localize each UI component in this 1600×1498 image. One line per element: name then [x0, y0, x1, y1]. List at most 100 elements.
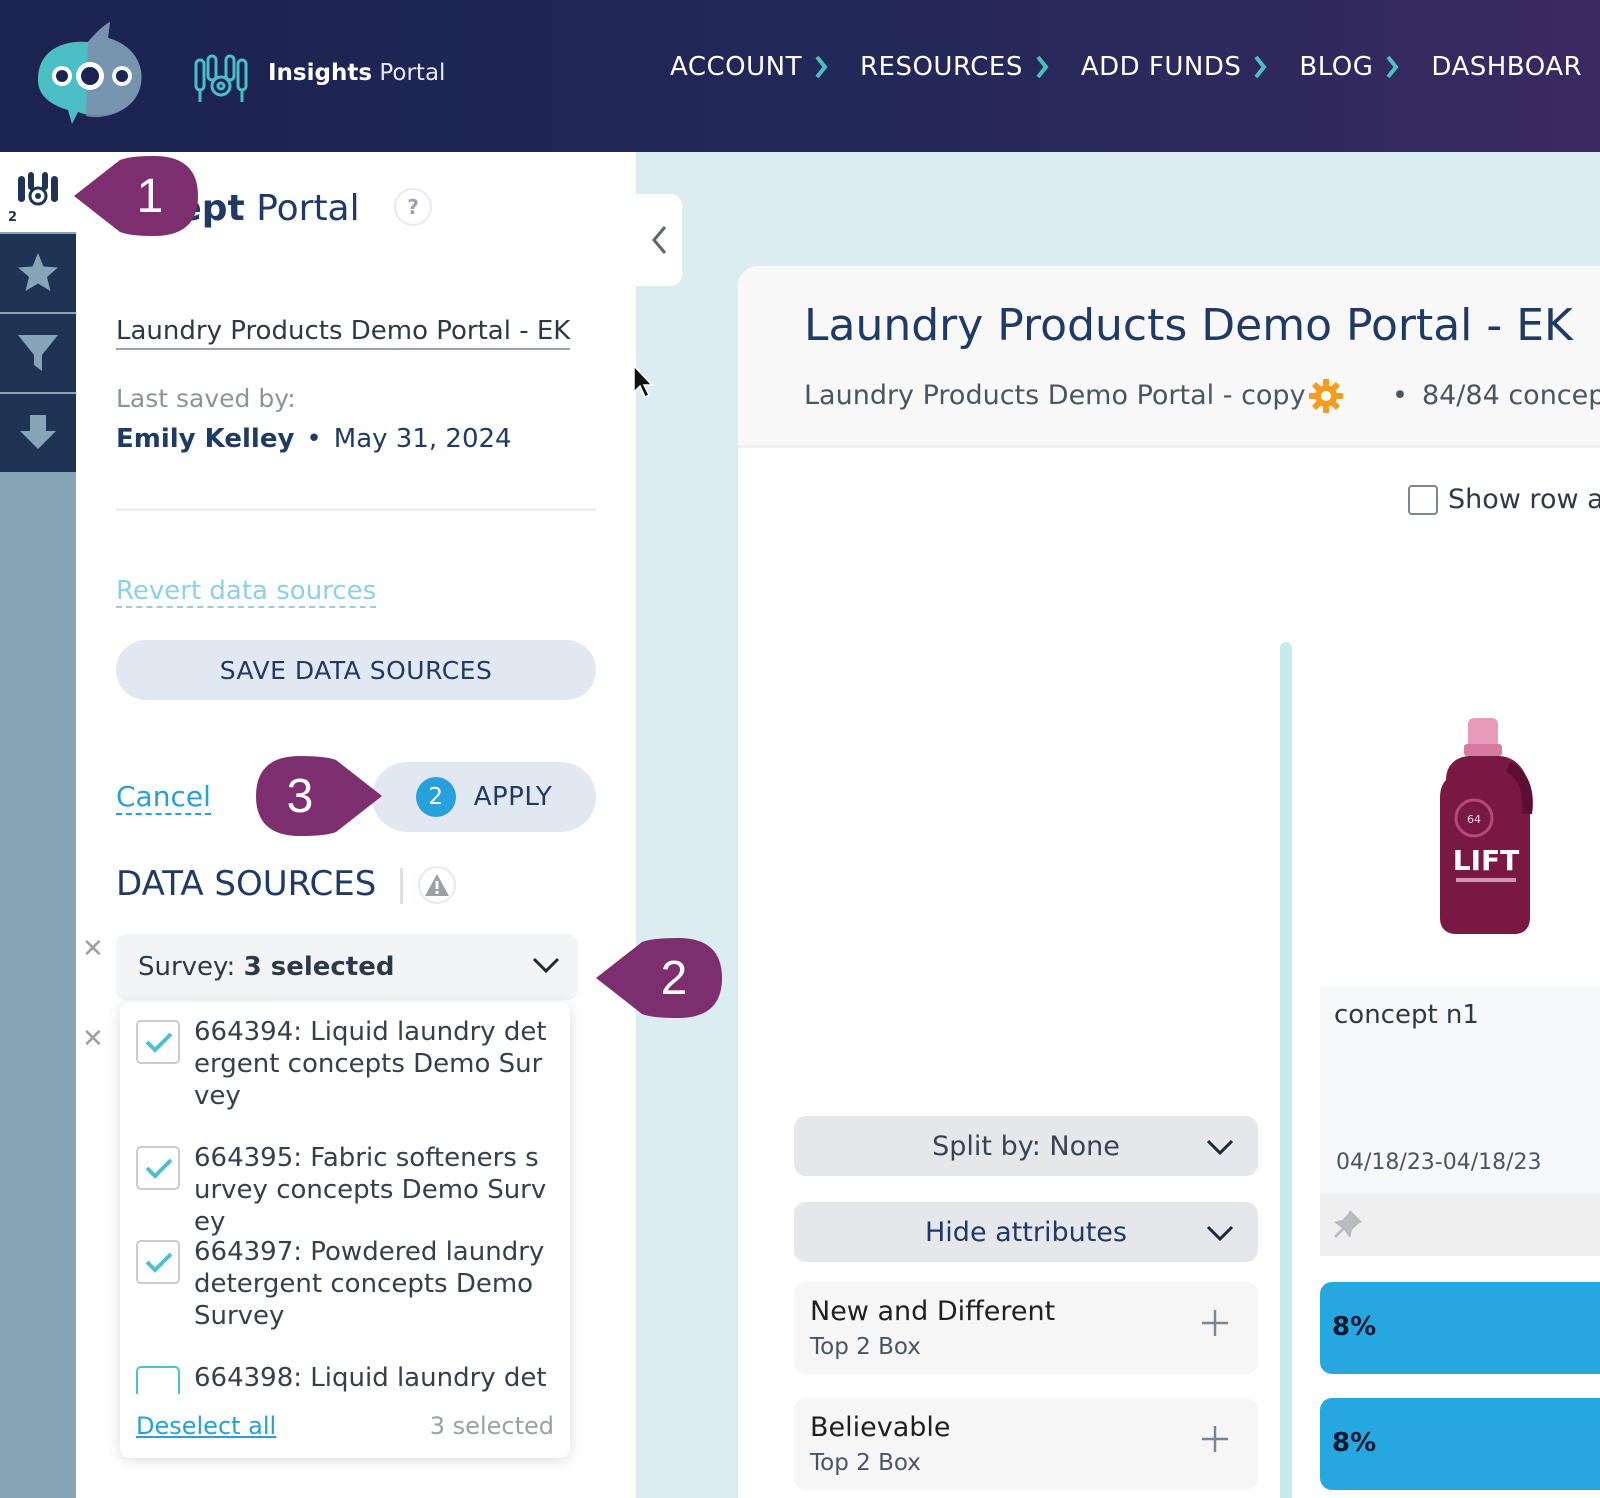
portal-subtitle: Laundry Products Demo Portal - copy	[804, 380, 1306, 411]
dropdown-footer: Deselect all 3 selected	[120, 1394, 570, 1458]
check-icon	[145, 1252, 173, 1273]
survey-option-label: 664395: Fabric softeners survey concepts…	[194, 1143, 547, 1237]
survey-option-label: 664397: Powdered laundry detergent conce…	[194, 1237, 545, 1331]
nav-label: ACCOUNT	[670, 52, 802, 82]
saved-date: May 31, 2024	[333, 424, 512, 454]
favorites-button[interactable]	[0, 234, 76, 312]
collapse-panel-button[interactable]	[636, 194, 682, 286]
chevron-right-icon	[1386, 55, 1399, 79]
product-image: 64 LIFT	[1440, 718, 1533, 934]
show-row-averages-toggle[interactable]: Show row av	[1408, 484, 1600, 515]
filter-button[interactable]	[0, 314, 76, 392]
pin-icon[interactable]	[1332, 1208, 1364, 1240]
callout-number: 3	[287, 770, 314, 823]
nav-label: BLOG	[1299, 52, 1374, 82]
divider	[400, 868, 403, 904]
checkbox-unchecked[interactable]	[136, 1366, 180, 1394]
star-icon	[18, 253, 58, 291]
survey-option[interactable]: 664397: Powdered laundry detergent conce…	[136, 1236, 556, 1346]
checkbox-checked[interactable]	[136, 1020, 180, 1064]
panel-title-light: Portal	[256, 188, 360, 229]
plus-icon[interactable]	[1200, 1308, 1230, 1338]
survey-option[interactable]: 664398: Liquid laundry dete	[136, 1362, 556, 1394]
revert-data-sources-link[interactable]: Revert data sources	[116, 576, 377, 608]
checkbox-checked[interactable]	[136, 1146, 180, 1190]
icon-rail: 2	[0, 152, 76, 1498]
divider	[116, 508, 596, 511]
attribute-metric: Top 2 Box	[810, 1334, 921, 1360]
survey-option-label: 664398: Liquid laundry dete	[194, 1363, 547, 1393]
selected-count: 3 selected	[429, 1412, 554, 1440]
attribute-name: Believable	[810, 1412, 951, 1443]
concept-count-value: 84/84 concept	[1421, 380, 1600, 411]
survey-selected-value: 3 selected	[243, 952, 395, 982]
remove-survey-filter-icon[interactable]: ✕	[82, 934, 104, 964]
survey-option-label: 664394: Liquid laundry detergent concept…	[194, 1017, 547, 1111]
saved-by-name: Emily Kelley	[116, 424, 295, 454]
callout-1: 1	[74, 156, 198, 236]
nav-blog[interactable]: BLOG	[1299, 52, 1399, 82]
chevron-left-icon	[652, 226, 667, 254]
survey-options-list[interactable]: 664394: Liquid laundry detergent concept…	[120, 1002, 570, 1394]
company-logo[interactable]	[28, 20, 148, 128]
warning-icon[interactable]	[418, 866, 456, 904]
help-icon[interactable]: ?	[394, 188, 432, 226]
last-saved-label: Last saved by:	[116, 384, 296, 413]
brand-bold: Insights	[268, 60, 373, 86]
portal-header: Laundry Products Demo Portal - EK Laundr…	[738, 266, 1600, 448]
survey-prefix: Survey:	[138, 952, 244, 982]
callout-2: 2	[596, 938, 722, 1018]
concept-portal-icon[interactable]	[16, 168, 60, 212]
gear-icon[interactable]	[1308, 378, 1344, 414]
show-row-label: Show row av	[1448, 484, 1600, 515]
brand-name: Insights Portal	[268, 60, 445, 86]
survey-option[interactable]: 664395: Fabric softeners survey concepts…	[136, 1142, 556, 1237]
survey-select[interactable]: Survey: 3 selected	[116, 934, 578, 1000]
product-badge: 64	[1467, 813, 1481, 826]
separator-dot: •	[1392, 380, 1408, 411]
survey-select-label: Survey: 3 selected	[138, 952, 394, 982]
apply-count-badge: 2	[415, 777, 456, 817]
attribute-value-cell[interactable]: 8%	[1320, 1282, 1600, 1374]
callout-number: 2	[661, 952, 688, 1005]
nav-account[interactable]: ACCOUNT	[670, 52, 828, 82]
attribute-value: 8%	[1332, 1428, 1377, 1458]
cancel-link[interactable]: Cancel	[116, 780, 211, 815]
save-data-sources-button[interactable]: SAVE DATA SOURCES	[116, 640, 596, 700]
rail-header: 2	[0, 152, 76, 232]
nav-resources[interactable]: RESOURCES	[860, 52, 1049, 82]
top-navigation: ACCOUNT RESOURCES ADD FUNDS BLOG DASHBOA…	[670, 52, 1600, 82]
portal-title: Laundry Products Demo Portal - EK	[804, 300, 1573, 351]
warning-triangle-icon	[425, 874, 449, 896]
attribute-value: 8%	[1332, 1312, 1377, 1342]
deselect-all-link[interactable]: Deselect all	[136, 1412, 276, 1440]
main-content: Laundry Products Demo Portal - EK Laundr…	[738, 266, 1600, 1498]
attribute-row: New and Different Top 2 Box	[794, 1282, 1258, 1374]
download-button[interactable]	[0, 394, 76, 472]
survey-option[interactable]: 664394: Liquid laundry detergent concept…	[136, 1016, 556, 1126]
check-icon	[145, 1158, 173, 1179]
remove-filter-icon[interactable]: ✕	[82, 1024, 104, 1054]
checkbox-checked[interactable]	[136, 1240, 180, 1284]
portal-name-link[interactable]: Laundry Products Demo Portal - EK	[116, 316, 571, 350]
concept-card[interactable]: concept n1 04/18/23-04/18/23	[1320, 986, 1600, 1256]
hide-attributes-select[interactable]: Hide attributes	[794, 1202, 1258, 1262]
survey-dropdown-menu: 664394: Liquid laundry detergent concept…	[120, 1002, 570, 1458]
split-by-select[interactable]: Split by: None	[794, 1116, 1258, 1176]
mouse-cursor-icon	[633, 364, 654, 399]
chevron-right-icon	[1036, 55, 1049, 79]
last-saved-info: Emily Kelley • May 31, 2024	[116, 424, 512, 454]
nav-label: DASHBOAR	[1431, 52, 1583, 82]
nav-add-funds[interactable]: ADD FUNDS	[1081, 52, 1268, 82]
apply-label: APPLY	[473, 782, 553, 812]
apply-button[interactable]: 2 APPLY	[372, 762, 596, 832]
checkbox-unchecked[interactable]	[1408, 484, 1438, 515]
plus-icon[interactable]	[1200, 1424, 1230, 1454]
attribute-value-cell[interactable]: 8%	[1320, 1398, 1600, 1490]
nav-dashboard[interactable]: DASHBOAR	[1431, 52, 1582, 82]
split-by-label: Split by: None	[932, 1130, 1120, 1162]
concept-count: • 84/84 concept	[1392, 380, 1600, 411]
callout-3: 3	[256, 756, 382, 836]
nav-label: RESOURCES	[859, 52, 1023, 82]
rail-count: 2	[8, 210, 18, 225]
